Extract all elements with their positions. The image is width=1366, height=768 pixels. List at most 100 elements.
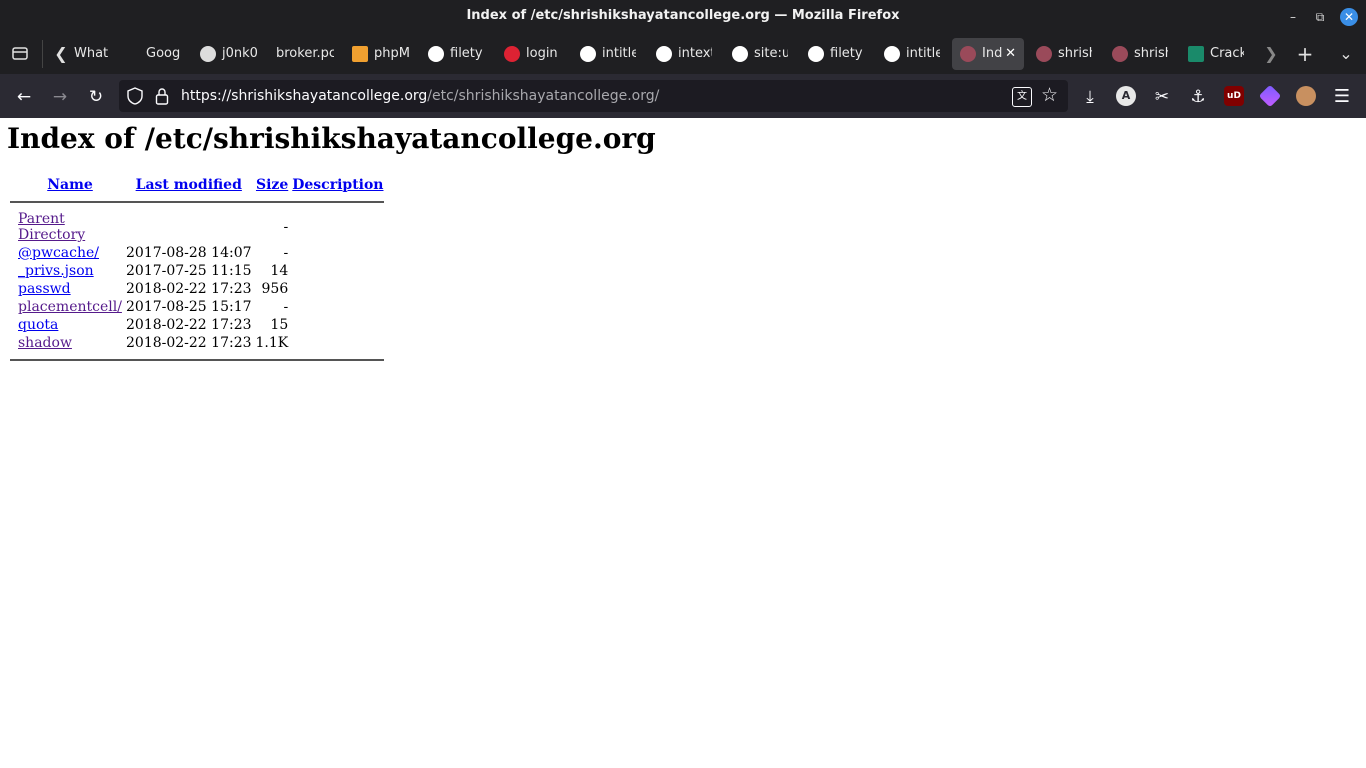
downloads-icon[interactable]: ⤓ <box>1079 86 1101 108</box>
table-row: placementcell/ 2017-08-25 15:17 - <box>9 299 385 315</box>
hamburger-menu-icon[interactable]: ☰ <box>1331 86 1353 108</box>
tab-label: Crack <box>1210 46 1244 61</box>
tab-label: site:u <box>754 46 788 61</box>
tab-label: shrish <box>1058 46 1092 61</box>
tab-4[interactable]: broker.pc <box>276 38 334 70</box>
tab-8[interactable]: intitle <box>580 38 636 70</box>
phpmyadmin-icon <box>352 45 368 62</box>
parent-directory-link[interactable]: Parent Directory <box>18 211 85 243</box>
tab-16[interactable]: Crack <box>1188 38 1244 70</box>
tab-6[interactable]: filety <box>428 38 488 70</box>
url-host: https://shrishikshayatancollege.org <box>181 88 428 104</box>
description-cell <box>291 317 384 333</box>
table-row: Parent Directory - <box>9 211 385 243</box>
page-content: Index of /etc/shrishikshayatancollege.or… <box>0 118 1366 768</box>
tab-label: broker.pc <box>276 46 334 61</box>
translate-icon[interactable]: 文 <box>1012 87 1032 107</box>
google-icon <box>428 45 444 62</box>
description-cell <box>291 211 384 243</box>
footer-divider <box>10 359 384 361</box>
extensions-icon[interactable]: ⚓ <box>1187 86 1209 108</box>
size-cell: - <box>283 219 289 235</box>
size-cell: 956 <box>261 281 289 297</box>
window-titlebar: Index of /etc/shrishikshayatancollege.or… <box>0 0 1366 34</box>
tab-label: filety <box>830 46 863 61</box>
tab-14[interactable]: shrish <box>1036 38 1092 70</box>
page-heading: Index of /etc/shrishikshayatancollege.or… <box>7 122 656 155</box>
tab-manager-icon[interactable] <box>10 44 30 66</box>
table-row: passwd 2018-02-22 17:23 956 <box>9 281 385 297</box>
google-icon <box>808 45 824 62</box>
table-row: @pwcache/ 2017-08-28 14:07 - <box>9 245 385 261</box>
screenshot-icon[interactable]: ✂ <box>1151 86 1173 108</box>
google-icon <box>732 45 748 62</box>
tab-label: j0nk0 <box>222 46 258 61</box>
url-path: /etc/shrishikshayatancollege.org/ <box>427 88 660 104</box>
table-row: quota 2018-02-22 17:23 15 <box>9 317 385 333</box>
tab-1[interactable]: What <box>74 38 114 70</box>
url-bar[interactable]: https://shrishikshayatancollege.org/etc/… <box>119 80 1068 112</box>
file-link[interactable]: quota <box>18 317 58 333</box>
github-icon <box>200 45 216 62</box>
lock-icon[interactable] <box>155 87 169 109</box>
size-cell: - <box>283 299 289 315</box>
description-cell <box>291 263 384 279</box>
tab-label: filety <box>450 46 483 61</box>
scroll-tabs-left-icon[interactable]: ❮ <box>52 44 70 63</box>
reload-icon[interactable]: ↻ <box>85 86 107 108</box>
close-tab-icon[interactable]: ✕ <box>1005 38 1016 70</box>
google-icon <box>580 45 596 62</box>
tab-2[interactable]: Goog <box>146 38 186 70</box>
tab-3[interactable]: j0nk0 <box>200 38 260 70</box>
navigation-bar: ← → ↻ https://shrishikshayatancollege.or… <box>0 74 1366 118</box>
sort-by-last-modified-link[interactable]: Last modified <box>136 177 242 193</box>
google-icon <box>884 45 900 62</box>
sort-by-name-link[interactable]: Name <box>47 177 93 193</box>
tab-15[interactable]: shrish <box>1112 38 1168 70</box>
modified-cell: 2018-02-22 17:23 <box>126 335 252 351</box>
tab-12[interactable]: intitle <box>884 38 940 70</box>
description-cell <box>291 335 384 351</box>
crackstation-icon <box>1188 45 1204 62</box>
tab-label: Ind <box>982 46 1003 61</box>
restore-icon[interactable]: ⧉ <box>1311 8 1329 26</box>
file-link[interactable]: placementcell/ <box>18 299 122 315</box>
sort-by-size-link[interactable]: Size <box>256 177 288 193</box>
tab-9[interactable]: intext <box>656 38 712 70</box>
size-cell: 1.1K <box>255 335 289 351</box>
forward-icon[interactable]: → <box>49 86 71 108</box>
modified-cell: 2017-08-28 14:07 <box>126 245 252 261</box>
google-icon <box>656 45 672 62</box>
header-divider <box>10 201 384 203</box>
minimize-icon[interactable]: – <box>1284 8 1302 26</box>
size-cell: - <box>283 245 289 261</box>
tracking-protection-shield-icon[interactable] <box>127 87 143 109</box>
scroll-tabs-right-icon[interactable]: ❯ <box>1262 44 1280 63</box>
tab-11[interactable]: filety <box>808 38 864 70</box>
file-link[interactable]: shadow <box>18 335 72 351</box>
size-cell: 15 <box>270 317 289 333</box>
file-link[interactable]: passwd <box>18 281 71 297</box>
close-window-icon[interactable]: ✕ <box>1340 8 1358 26</box>
file-link[interactable]: @pwcache/ <box>18 245 99 261</box>
sort-by-description-link[interactable]: Description <box>292 177 383 193</box>
tab-5[interactable]: phpM <box>352 38 410 70</box>
back-icon[interactable]: ← <box>13 86 35 108</box>
new-tab-icon[interactable]: + <box>1294 42 1316 66</box>
tab-active[interactable]: Ind ✕ <box>952 38 1024 70</box>
avatar-extension-icon[interactable] <box>1296 86 1316 106</box>
account-extension-icon[interactable]: A <box>1116 86 1136 106</box>
table-header-row: Name Last modified Size Description <box>9 177 385 193</box>
bookmark-star-icon[interactable]: ☆ <box>1041 84 1058 106</box>
college-icon <box>960 45 976 62</box>
list-all-tabs-icon[interactable]: ⌄ <box>1336 44 1356 63</box>
table-row: shadow 2018-02-22 17:23 1.1K <box>9 335 385 351</box>
gradient-extension-icon[interactable] <box>1258 84 1282 108</box>
file-link[interactable]: _privs.json <box>18 263 94 279</box>
tab-label: intitle <box>602 46 636 61</box>
login-site-icon <box>504 45 520 62</box>
url-text[interactable]: https://shrishikshayatancollege.org/etc/… <box>181 88 659 104</box>
tab-7[interactable]: login <box>504 38 564 70</box>
tab-10[interactable]: site:u <box>732 38 788 70</box>
ublock-origin-icon[interactable]: uD <box>1224 86 1244 106</box>
